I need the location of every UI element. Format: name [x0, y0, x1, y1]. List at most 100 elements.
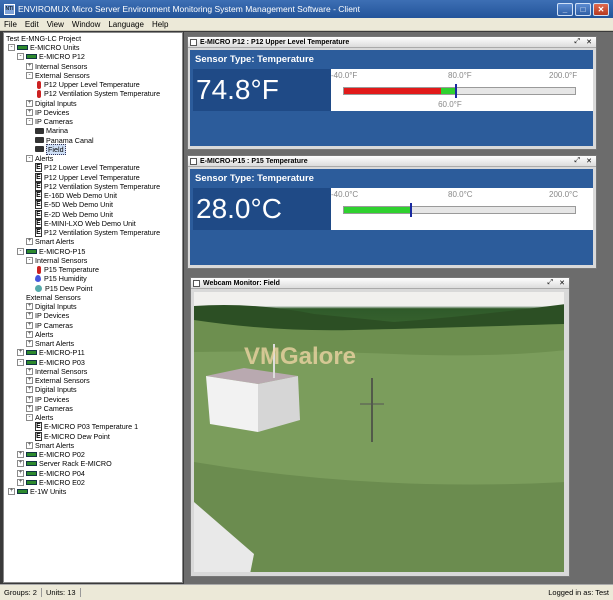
minimize-button[interactable]: _	[557, 2, 573, 16]
menu-file[interactable]: File	[0, 20, 21, 29]
expand-icon[interactable]: +	[26, 312, 33, 320]
collapse-icon[interactable]: -	[26, 118, 33, 125]
close-button[interactable]: ✕	[593, 2, 609, 16]
tree-item[interactable]: E E-MICRO Dew Point	[35, 431, 110, 441]
tree-item[interactable]: P12 Upper Level Temperature	[35, 80, 140, 89]
expand-icon[interactable]: +	[26, 108, 33, 116]
collapse-icon[interactable]: -	[17, 53, 24, 61]
tree-item[interactable]: + Alerts	[26, 330, 53, 339]
tree-item[interactable]: E E-MINI-LXO Web Demo Unit	[35, 218, 136, 228]
close-icon[interactable]: ✕	[586, 157, 592, 165]
window-menu-icon[interactable]	[193, 279, 200, 287]
tree-item[interactable]: E E-MICRO P03 Temperature 1	[35, 422, 138, 432]
tree-item[interactable]: - Alerts	[26, 154, 53, 163]
tree-item[interactable]: Field	[35, 143, 66, 155]
tree-item[interactable]: - External Sensors	[26, 71, 90, 80]
close-icon[interactable]: ✕	[559, 279, 565, 287]
tree-item[interactable]: P12 Ventilation System Temperature	[35, 89, 160, 98]
tree-item[interactable]: Marina	[35, 126, 68, 135]
project-tree[interactable]: Test E-MNG-LC Project - E-MICRO Units - E-M…	[3, 32, 183, 583]
window-menu-icon[interactable]	[190, 38, 197, 46]
tree-item[interactable]: + Digital Inputs	[26, 385, 77, 394]
menu-edit[interactable]: Edit	[21, 20, 43, 29]
tree-item[interactable]: - Internal Sensors	[26, 256, 87, 265]
collapse-icon[interactable]: -	[17, 247, 24, 255]
tree-item[interactable]: - IP Cameras	[26, 117, 73, 126]
tree-item[interactable]: + Internal Sensors	[26, 367, 87, 376]
restore-icon[interactable]: ⤢	[575, 38, 581, 46]
menu-language[interactable]: Language	[104, 20, 148, 29]
collapse-icon[interactable]: -	[26, 155, 33, 162]
expand-icon[interactable]: +	[17, 451, 24, 458]
menu-help[interactable]: Help	[148, 20, 172, 29]
tree-item[interactable]: + E-MICRO P04	[17, 469, 85, 478]
expand-icon[interactable]: +	[26, 377, 33, 384]
expand-icon[interactable]: +	[26, 62, 33, 70]
tree-item[interactable]: External Sensors	[26, 293, 81, 302]
close-icon[interactable]: ✕	[586, 38, 592, 46]
tree-item[interactable]: - E-MICRO P03	[17, 358, 85, 367]
expand-icon[interactable]: +	[26, 321, 33, 329]
tree-item[interactable]: + External Sensors	[26, 376, 90, 385]
sensor-window-p12[interactable]: E-MICRO P12 : P12 Upper Level Temperatur…	[187, 36, 597, 150]
expand-icon[interactable]: +	[26, 303, 33, 310]
tree-item[interactable]: E E-16D Web Demo Unit	[35, 191, 117, 200]
tree-item[interactable]: + Smart Alerts	[26, 237, 74, 246]
sensor-window-p15[interactable]: E-MICRO-P15 : P15 Temperature ⤢ ✕ Sensor…	[187, 155, 597, 269]
tree-item[interactable]: + IP Cameras	[26, 404, 73, 413]
window-menu-icon[interactable]	[190, 157, 197, 165]
maximize-button[interactable]: □	[575, 2, 591, 16]
tree-item[interactable]: - E-MICRO P12	[17, 52, 85, 61]
tree-item[interactable]: + E-1W Units	[8, 487, 66, 496]
expand-icon[interactable]: +	[26, 340, 33, 347]
expand-icon[interactable]: +	[26, 367, 33, 375]
expand-icon[interactable]: +	[26, 386, 33, 394]
tree-item[interactable]: + IP Devices	[26, 311, 69, 320]
tree-item[interactable]: + Smart Alerts	[26, 441, 74, 450]
tree-item[interactable]: + Internal Sensors	[26, 62, 87, 71]
expand-icon[interactable]: +	[26, 395, 33, 403]
collapse-icon[interactable]: -	[26, 71, 33, 79]
expand-icon[interactable]: +	[17, 469, 24, 477]
expand-icon[interactable]: +	[26, 441, 33, 449]
tree-item[interactable]: - E-MICRO Units	[8, 43, 80, 52]
collapse-icon[interactable]: -	[26, 414, 33, 421]
tree-item[interactable]: E P12 Ventilation System Temperature	[35, 228, 160, 237]
tree-item[interactable]: E P12 Lower Level Temperature	[35, 163, 140, 173]
tree-item[interactable]: + Digital Inputs	[26, 99, 77, 108]
tree-item[interactable]: + Server Rack E-MICRO	[17, 459, 112, 468]
collapse-icon[interactable]: -	[26, 256, 33, 264]
tree-item[interactable]: + Digital Inputs	[26, 302, 77, 311]
tree-item[interactable]: + Smart Alerts	[26, 339, 74, 348]
expand-icon[interactable]: +	[17, 349, 24, 357]
tree-item[interactable]: E P12 Upper Level Temperature	[35, 172, 140, 182]
expand-icon[interactable]: +	[17, 460, 24, 468]
expand-icon[interactable]: +	[26, 238, 33, 246]
restore-icon[interactable]: ⤢	[548, 279, 554, 287]
tree-item[interactable]: - Alerts	[26, 413, 53, 422]
tree-item[interactable]: E E-2D Web Demo Unit	[35, 209, 113, 219]
tree-item[interactable]: + IP Devices	[26, 108, 69, 117]
menu-view[interactable]: View	[43, 20, 68, 29]
tree-item[interactable]: E P12 Ventilation System Temperature	[35, 181, 160, 191]
webcam-window[interactable]: Webcam Monitor: Field ⤢ ✕ VMGalore	[190, 277, 570, 577]
expand-icon[interactable]: +	[17, 478, 24, 486]
tree-item[interactable]: P15 Humidity	[35, 274, 87, 283]
tree-item[interactable]: E E-5D Web Demo Unit	[35, 200, 113, 210]
expand-icon[interactable]: +	[26, 404, 33, 412]
tree-item[interactable]: P15 Dew Point	[35, 284, 93, 293]
collapse-icon[interactable]: -	[17, 358, 24, 366]
tree-item[interactable]: + IP Cameras	[26, 321, 73, 330]
restore-icon[interactable]: ⤢	[575, 157, 581, 165]
menu-window[interactable]: Window	[68, 20, 104, 29]
tree-item[interactable]: + E-MICRO P02	[17, 450, 85, 459]
tree-item[interactable]: + E-MICRO E02	[17, 478, 85, 487]
collapse-icon[interactable]: -	[8, 44, 15, 51]
tree-item[interactable]: P15 Temperature	[35, 265, 99, 274]
expand-icon[interactable]: +	[26, 330, 33, 338]
tree-project-root[interactable]: Test E-MNG-LC Project	[6, 34, 81, 43]
tree-item[interactable]: + E-MICRO-P11	[17, 348, 85, 357]
tree-item[interactable]: - E-MICRO-P15	[17, 247, 85, 256]
tree-item[interactable]: + IP Devices	[26, 395, 69, 404]
expand-icon[interactable]: +	[8, 488, 15, 495]
